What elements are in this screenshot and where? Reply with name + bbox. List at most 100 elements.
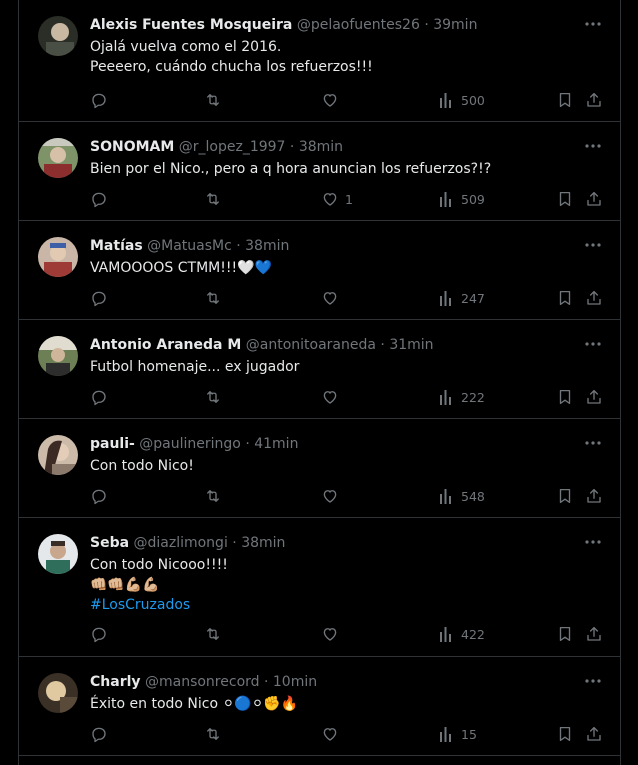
retweet-button[interactable] bbox=[204, 486, 222, 506]
author-name[interactable]: Alexis Fuentes Mosqueira bbox=[90, 17, 292, 33]
more-icon[interactable] bbox=[581, 136, 605, 156]
bookmark-button[interactable] bbox=[556, 288, 574, 308]
heart-icon bbox=[323, 292, 337, 305]
like-button[interactable] bbox=[321, 387, 345, 407]
retweet-button[interactable] bbox=[204, 189, 222, 209]
avatar[interactable] bbox=[38, 336, 78, 376]
more-icon[interactable] bbox=[581, 334, 605, 354]
avatar[interactable] bbox=[38, 435, 78, 475]
reply-button[interactable] bbox=[90, 189, 108, 209]
tweet-text: Ojalá vuelva como el 2016. Peeeero, cuán… bbox=[90, 37, 373, 77]
share-button[interactable] bbox=[585, 624, 603, 644]
bookmark-button[interactable] bbox=[556, 189, 574, 209]
like-button[interactable] bbox=[321, 486, 345, 506]
timestamp[interactable]: 38min bbox=[245, 238, 289, 254]
bookmark-button[interactable] bbox=[556, 387, 574, 407]
timestamp[interactable]: 39min bbox=[433, 17, 477, 33]
more-icon[interactable] bbox=[581, 14, 605, 34]
separator-dot: · bbox=[263, 674, 269, 690]
timestamp[interactable]: 31min bbox=[389, 337, 433, 353]
view-count: 222 bbox=[461, 389, 485, 405]
views-button[interactable]: 15 bbox=[439, 724, 477, 744]
share-button[interactable] bbox=[585, 486, 603, 506]
author-handle[interactable]: @paulineringo bbox=[139, 436, 241, 452]
views-button[interactable]: 247 bbox=[439, 288, 485, 308]
avatar[interactable] bbox=[38, 673, 78, 713]
reply-button[interactable] bbox=[90, 90, 108, 110]
more-icon[interactable] bbox=[581, 671, 605, 691]
retweet-button[interactable] bbox=[204, 624, 222, 644]
more-icon[interactable] bbox=[581, 433, 605, 453]
share-button[interactable] bbox=[585, 288, 603, 308]
more-icon[interactable] bbox=[581, 532, 605, 552]
timestamp[interactable]: 41min bbox=[254, 436, 298, 452]
heart-icon bbox=[323, 193, 337, 206]
views-button[interactable]: 500 bbox=[439, 90, 485, 110]
bookmark-button[interactable] bbox=[556, 486, 574, 506]
avatar[interactable] bbox=[38, 534, 78, 574]
share-icon bbox=[587, 389, 601, 404]
author-name[interactable]: Seba bbox=[90, 535, 129, 551]
tweet[interactable]: pauli- @paulineringo · 41min Con todo Ni… bbox=[19, 419, 620, 518]
retweet-icon bbox=[207, 728, 219, 740]
hashtag-link[interactable]: #LosCruzados bbox=[90, 595, 228, 615]
reply-icon bbox=[92, 93, 106, 109]
avatar[interactable] bbox=[38, 138, 78, 178]
author-handle[interactable]: @MatuasMc bbox=[147, 238, 232, 254]
author-name[interactable]: Matías bbox=[90, 238, 143, 254]
tweet[interactable]: Matías @MatuasMc · 38min VAMOOOOS CTMM!!… bbox=[19, 221, 620, 320]
author-handle[interactable]: @pelaofuentes26 bbox=[297, 17, 420, 33]
tweet[interactable]: Antonio Araneda M @antonitoaraneda · 31m… bbox=[19, 320, 620, 419]
retweet-button[interactable] bbox=[204, 288, 222, 308]
like-button[interactable]: 1 bbox=[321, 189, 353, 209]
tweet[interactable]: SONOMAM @r_lopez_1997 · 38min Bien por e… bbox=[19, 122, 620, 221]
like-button[interactable] bbox=[321, 624, 345, 644]
view-count: 509 bbox=[461, 191, 485, 207]
author-handle[interactable]: @r_lopez_1997 bbox=[179, 139, 286, 155]
views-button[interactable]: 548 bbox=[439, 486, 485, 506]
author-name[interactable]: SONOMAM bbox=[90, 139, 174, 155]
bookmark-button[interactable] bbox=[556, 724, 574, 744]
tweet-header: Seba @diazlimongi · 38min bbox=[90, 533, 285, 553]
share-button[interactable] bbox=[585, 90, 603, 110]
timestamp[interactable]: 38min bbox=[299, 139, 343, 155]
reply-button[interactable] bbox=[90, 724, 108, 744]
like-button[interactable] bbox=[321, 724, 345, 744]
avatar[interactable] bbox=[38, 237, 78, 277]
heart-icon bbox=[323, 490, 337, 503]
author-handle[interactable]: @diazlimongi bbox=[134, 535, 228, 551]
share-button[interactable] bbox=[585, 724, 603, 744]
reply-button[interactable] bbox=[90, 288, 108, 308]
tweet-header: SONOMAM @r_lopez_1997 · 38min bbox=[90, 137, 343, 157]
tweet[interactable]: Alexis Fuentes Mosqueira @pelaofuentes26… bbox=[19, 0, 620, 122]
reply-icon bbox=[92, 627, 106, 643]
retweet-button[interactable] bbox=[204, 724, 222, 744]
timestamp[interactable]: 38min bbox=[241, 535, 285, 551]
author-name[interactable]: Antonio Araneda M bbox=[90, 337, 241, 353]
reply-button[interactable] bbox=[90, 486, 108, 506]
reply-button[interactable] bbox=[90, 387, 108, 407]
author-handle[interactable]: @mansonrecord bbox=[145, 674, 260, 690]
bookmark-button[interactable] bbox=[556, 624, 574, 644]
author-handle[interactable]: @antonitoaraneda bbox=[246, 337, 376, 353]
author-name[interactable]: Charly bbox=[90, 674, 141, 690]
tweet[interactable]: Charly @mansonrecord · 10min Éxito en to… bbox=[19, 657, 620, 756]
retweet-button[interactable] bbox=[204, 90, 222, 110]
views-button[interactable]: 509 bbox=[439, 189, 485, 209]
avatar[interactable] bbox=[38, 16, 78, 56]
more-icon[interactable] bbox=[581, 235, 605, 255]
bookmark-button[interactable] bbox=[556, 90, 574, 110]
share-button[interactable] bbox=[585, 387, 603, 407]
reply-button[interactable] bbox=[90, 624, 108, 644]
like-button[interactable] bbox=[321, 90, 345, 110]
like-button[interactable] bbox=[321, 288, 345, 308]
views-button[interactable]: 422 bbox=[439, 624, 485, 644]
views-button[interactable]: 222 bbox=[439, 387, 485, 407]
author-name[interactable]: pauli- bbox=[90, 436, 135, 452]
share-button[interactable] bbox=[585, 189, 603, 209]
timestamp[interactable]: 10min bbox=[273, 674, 317, 690]
retweet-button[interactable] bbox=[204, 387, 222, 407]
bookmark-icon bbox=[559, 626, 571, 642]
share-icon bbox=[587, 726, 601, 741]
tweet[interactable]: Seba @diazlimongi · 38min Con todo Nicoo… bbox=[19, 518, 620, 657]
